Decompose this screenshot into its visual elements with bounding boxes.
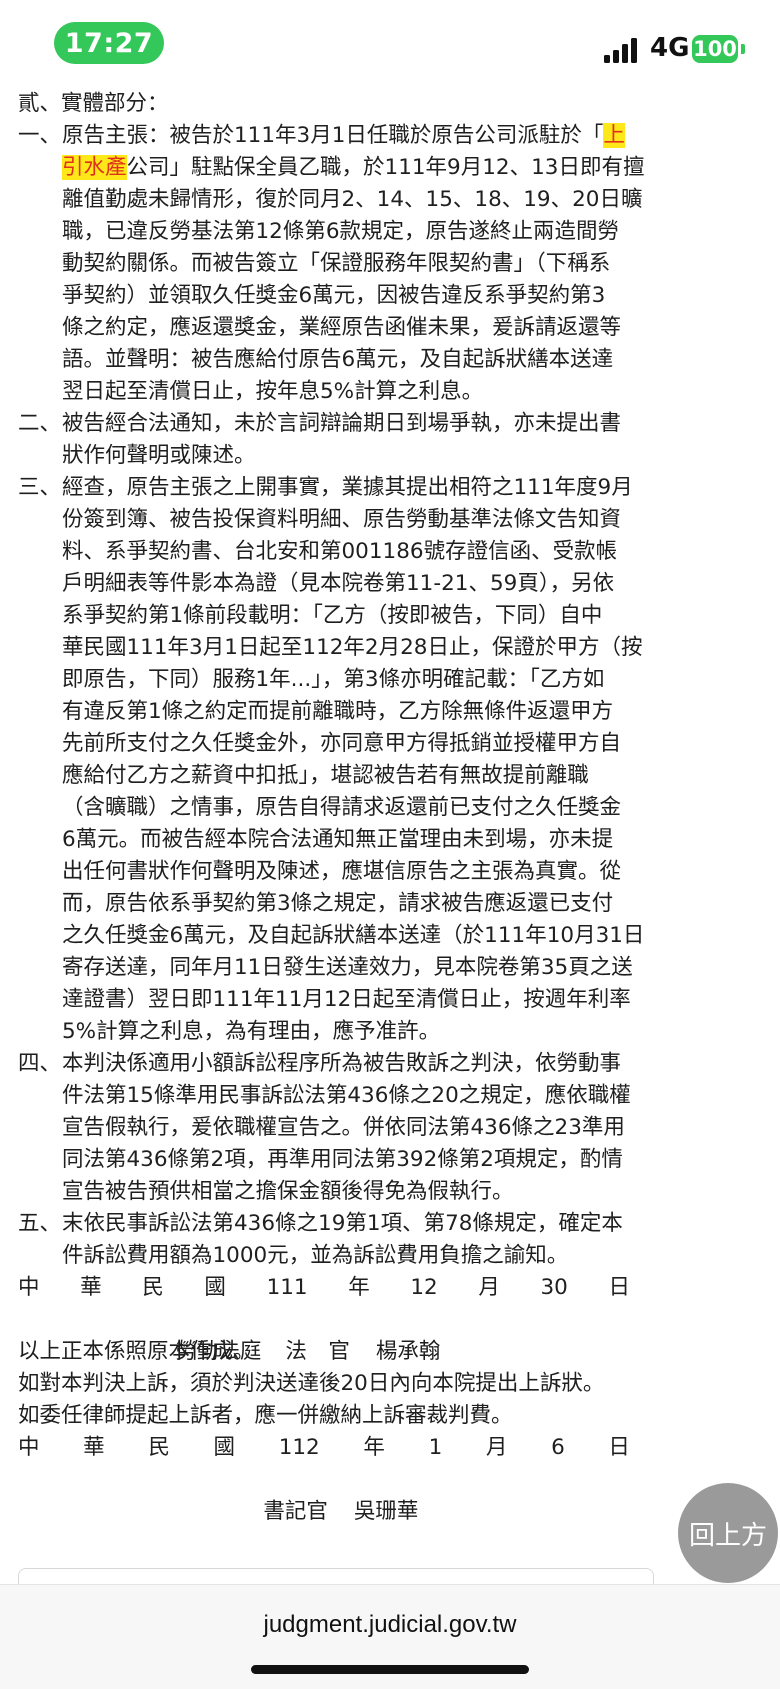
item-2: 二、 被告經合法通知，未於言詞辯論期日到場爭執，亦未提出書 狀作何聲明或陳述。 (18, 408, 630, 472)
clerk-title: 書記官 (263, 1499, 328, 1524)
date-part: 月 (478, 1275, 500, 1300)
text-line: 原告主張：被告於111年3月1日任職於原告公司派駐於「上 (62, 120, 630, 152)
battery-tip (741, 44, 745, 54)
date-part: 中 (18, 1435, 40, 1460)
text-line: 應給付乙方之薪資中扣抵」，堪認被告若有無故提前離職 (62, 763, 589, 788)
item-4: 四、 本判決係適用小額訴訟程序所為被告敗訴之判決，依勞動事 件法第15條準用民事… (18, 1048, 631, 1208)
text-line: 引水產公司」駐點保全員乙職，於111年9月12、13日即有擅 (62, 152, 644, 184)
text-line: 件法第15條準用民事訴訟法第436條之20之規定，應依職權 (62, 1083, 631, 1108)
judgment-date: 中 華 民 國 111 年 12 月 30 日 (18, 1272, 630, 1304)
text-line-part: 原告主張：被告於111年3月1日任職於原告公司派駐於「 (62, 123, 604, 148)
item-body: 被告經合法通知，未於言詞辯論期日到場爭執，亦未提出書 狀作何聲明或陳述。 (62, 408, 630, 472)
back-to-top-button[interactable]: 回上方 (678, 1483, 778, 1583)
appeal-note: 如對本判決上訴，須於判決送達後20日內向本院提出上訴狀。 (18, 1371, 605, 1396)
text-line: 本判決係適用小額訴訟程序所為被告敗訴之判決，依勞動事 (62, 1051, 622, 1076)
text-line: 離值勤處未歸情形，復於同月2、14、15、18、19、20日曠 (62, 187, 643, 212)
battery-icon: 100 (692, 35, 738, 63)
judge-name: 楊承翰 (375, 1339, 441, 1364)
judgment-document: 貳、實體部分： 一、 原告主張：被告於111年3月1日任職於原告公司派駐於「上 … (18, 88, 645, 1524)
date-part: 年 (348, 1275, 370, 1300)
text-line: 份簽到簿、被告投保資料明細、原告勞動基準法條文告知資 (62, 507, 622, 532)
text-line: 之久任獎金6萬元，及自起訴狀繕本送達（於111年10月31日 (62, 923, 645, 948)
status-bar: 17:27 4G 100 (0, 0, 780, 100)
clerk-date: 中 華 民 國 112 年 1 月 6 日 (18, 1432, 630, 1464)
clerk-signature: 書記官 吳珊華 (18, 1464, 630, 1524)
text-line: 有違反第1條之約定而提前離職時，乙方除無條件返還甲方 (62, 699, 614, 724)
text-line: 動契約關係。而被告簽立「保證服務年限契約書」（下稱系 (62, 251, 611, 276)
text-line: 寄存送達，同年月11日發生送達效力，見本院卷第35頁之送 (62, 955, 633, 980)
date-part: 日 (608, 1275, 630, 1300)
date-part: 6 (551, 1435, 565, 1460)
date-part: 日 (608, 1435, 630, 1460)
text-line: 戶明細表等件影本為證（見本院卷第11-21、59頁），另依 (62, 571, 615, 596)
network-type: 4G (650, 33, 690, 63)
text-line-part: 公司」駐點保全員乙職，於111年9月12、13日即有擅 (126, 155, 645, 180)
text-line: 6萬元。而被告經本院合法通知無正當理由未到場，亦未提 (62, 827, 614, 852)
url-text[interactable]: judgment.judicial.gov.tw (0, 1611, 780, 1639)
highlight-term: 引水產 (62, 155, 127, 180)
text-line: 先前所支付之久任獎金外，亦同意甲方得抵銷並授權甲方自 (62, 731, 622, 756)
text-line: 料、系爭契約書、台北安和第001186號存證信函、受款帳 (62, 539, 618, 564)
text-line: 翌日起至清償日止，按年息5%計算之利息。 (62, 379, 484, 404)
text-line: 達證書）翌日即111年11月12日起至清償日止，按週年利率 (62, 987, 631, 1012)
text-line: 宣告假執行，爰依職權宣告之。併依同法第436條之23準用 (62, 1115, 625, 1140)
text-line: 而，原告依系爭契約第3條之規定，請求被告應返還已支付 (62, 891, 614, 916)
judge-title: 法 官 (285, 1339, 350, 1364)
date-part: 國 (213, 1435, 236, 1460)
text-line: 即原告，下同）服務1年...」，第3條亦明確記載：「乙方如 (62, 667, 605, 692)
item-1: 一、 原告主張：被告於111年3月1日任職於原告公司派駐於「上 引水產公司」駐點… (18, 120, 644, 408)
item-number: 五、 (18, 1211, 62, 1236)
date-part: 華 (83, 1435, 105, 1460)
text-line: 職，已違反勞基法第12條第6款規定，原告遂終止兩造間勞 (62, 219, 620, 244)
date-part: 民 (142, 1275, 164, 1300)
clerk-name: 吳珊華 (353, 1499, 419, 1524)
text-line: 經查，原告主張之上開事實，業據其提出相符之111年度9月 (62, 475, 633, 500)
item-body: 經查，原告主張之上開事實，業據其提出相符之111年度9月 份簽到簿、被告投保資料… (62, 472, 645, 1048)
item-number: 二、 (18, 411, 62, 436)
item-5: 五、 末依民事訴訟法第436條之19第1項、第78條規定，確定本 件訴訟費用額為… (18, 1208, 630, 1272)
date-part: 中 (18, 1275, 40, 1300)
text-line: 5%計算之利息，為有理由，應予准許。 (62, 1019, 441, 1044)
text-line: 出任何書狀作何聲明及陳述，應堪信原告之主張為真實。從 (62, 859, 622, 884)
item-body: 本判決係適用小額訴訟程序所為被告敗訴之判決，依勞動事 件法第15條準用民事訴訟法… (62, 1048, 631, 1208)
date-part: 年 (363, 1435, 385, 1460)
text-line: 語。並聲明：被告應給付原告6萬元，及自起訴狀繕本送達 (62, 347, 614, 372)
item-body: 原告主張：被告於111年3月1日任職於原告公司派駐於「上 引水產公司」駐點保全員… (62, 120, 644, 408)
item-3: 三、 經查，原告主張之上開事實，業據其提出相符之111年度9月 份簽到簿、被告投… (18, 472, 645, 1048)
date-part: 12 (410, 1275, 438, 1300)
judge-signature: 勞動法庭法 官楊承翰 (18, 1304, 630, 1364)
item-body: 末依民事訴訟法第436條之19第1項、第78條規定，確定本 件訴訟費用額為100… (62, 1208, 630, 1272)
appeal-fee-note: 如委任律師提起上訴者，應一併繳納上訴審裁判費。 (18, 1403, 513, 1428)
cellular-signal-icon (604, 37, 640, 63)
date-part: 月 (485, 1435, 508, 1460)
text-line: 被告經合法通知，未於言詞辯論期日到場爭執，亦未提出書 (62, 411, 622, 436)
text-line: 宣告被告預供相當之擔保金額後得免為假執行。 (62, 1179, 514, 1204)
item-number: 一、 (18, 123, 62, 148)
date-part: 1 (428, 1435, 443, 1460)
section-heading: 貳、實體部分： (18, 91, 169, 116)
text-line: 條之約定，應返還獎金，業經原告函催未果，爰訴請返還等 (62, 315, 622, 340)
highlight-term: 上 (603, 123, 625, 148)
date-part: 111 (266, 1275, 308, 1300)
text-line: 狀作何聲明或陳述。 (62, 443, 256, 468)
text-line: 件訴訟費用額為1000元，並為訴訟費用負擔之諭知。 (62, 1243, 569, 1268)
date-part: 112 (278, 1435, 320, 1460)
date-part: 國 (204, 1275, 226, 1300)
text-line: 系爭契約第1條前段載明：「乙方（按即被告，下同）自中 (62, 603, 603, 628)
text-line: 華民國111年3月1日起至112年2月28日止，保證於甲方（按 (62, 635, 643, 660)
date-part: 民 (148, 1435, 170, 1460)
home-indicator[interactable] (251, 1665, 529, 1674)
item-number: 四、 (18, 1051, 62, 1076)
text-line: 爭契約）並領取久任獎金6萬元，因被告違反系爭契約第3 (62, 283, 606, 308)
status-time: 17:27 (54, 22, 164, 64)
item-number: 三、 (18, 475, 62, 500)
text-line: （含曠職）之情事，原告自得請求返還前已支付之久任獎金 (62, 795, 622, 820)
date-part: 30 (540, 1275, 568, 1300)
text-line: 同法第436條第2項，再準用同法第392條第2項規定，酌情 (62, 1147, 623, 1172)
date-part: 華 (80, 1275, 102, 1300)
text-line: 末依民事訴訟法第436條之19第1項、第78條規定，確定本 (62, 1211, 623, 1236)
